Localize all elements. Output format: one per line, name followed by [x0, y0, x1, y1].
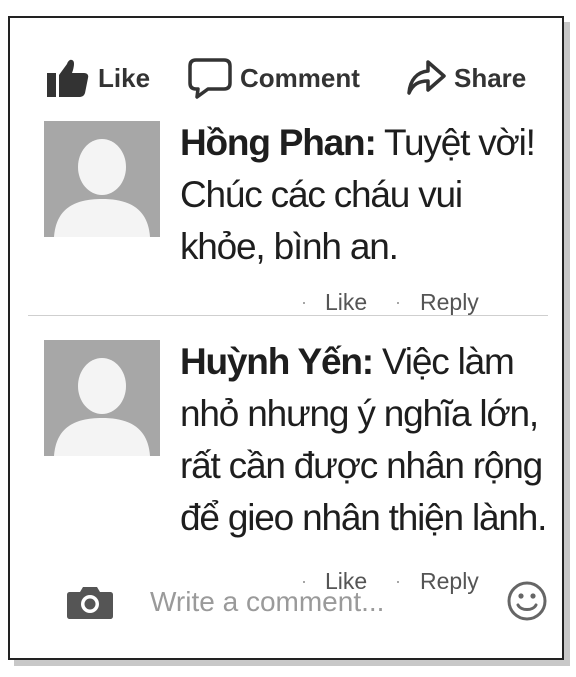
share-label: Share: [454, 62, 527, 93]
comment-body: Hồng Phan: Tuyệt vời! Chúc các cháu vui …: [180, 117, 552, 273]
share-arrow-icon: [406, 58, 446, 98]
comment-body: Huỳnh Yến: Việc làm nhỏ nhưng ý nghĩa lớ…: [180, 336, 552, 544]
comment-reply-link[interactable]: Reply: [420, 289, 479, 316]
smiley-icon[interactable]: [506, 580, 548, 627]
action-bar: Like Comment Share: [10, 56, 562, 100]
like-button[interactable]: Like: [46, 56, 150, 100]
comment-author[interactable]: Hồng Phan:: [180, 122, 377, 163]
comment-card: Like Comment Share Hồng Phan: Tuyệt vời!…: [8, 16, 564, 660]
comment-label: Comment: [240, 62, 360, 93]
comment-composer: [10, 578, 562, 626]
comment-input[interactable]: [150, 582, 490, 622]
default-avatar-icon[interactable]: [44, 340, 160, 456]
comment-button[interactable]: Comment: [188, 56, 360, 100]
comment-like-link[interactable]: Like: [325, 289, 367, 316]
speech-bubble-icon: [188, 57, 232, 99]
separator-dot: ·: [301, 292, 307, 312]
like-label: Like: [98, 62, 151, 93]
thumbs-up-icon: [46, 58, 90, 98]
separator-dot: ·: [395, 292, 401, 312]
default-avatar-icon[interactable]: [44, 121, 160, 237]
share-button[interactable]: Share: [406, 56, 526, 100]
comment-author[interactable]: Huỳnh Yến:: [180, 341, 374, 382]
comment-divider: [28, 315, 548, 316]
camera-icon[interactable]: [66, 584, 114, 625]
